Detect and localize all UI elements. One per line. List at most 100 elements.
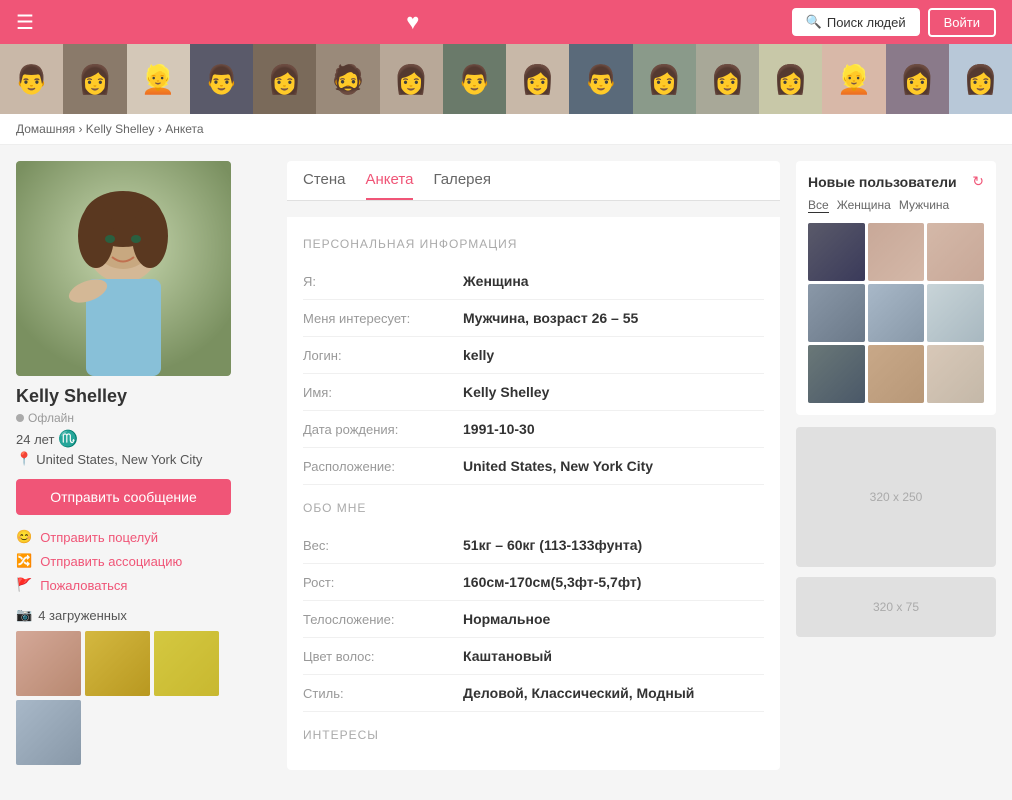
- search-people-button[interactable]: 🔍 Поиск людей: [792, 8, 920, 36]
- action-links: 😊 Отправить поцелуй 🔀 Отправить ассоциац…: [16, 529, 271, 593]
- profile-location: 📍 United States, New York City: [16, 451, 271, 467]
- strip-photo-5[interactable]: 👩: [253, 44, 316, 114]
- kiss-label: Отправить поцелуй: [40, 530, 158, 545]
- send-kiss-link[interactable]: 😊 Отправить поцелуй: [16, 529, 271, 545]
- breadcrumb-user[interactable]: Kelly Shelley: [86, 122, 155, 136]
- info-row-birthday: Дата рождения: 1991-10-30: [303, 411, 764, 448]
- strip-photo-13[interactable]: 👩: [759, 44, 822, 114]
- profile-name: Kelly Shelley: [16, 386, 271, 407]
- ad-banner-small: 320 x 75: [796, 577, 996, 637]
- strip-photo-10[interactable]: 👨: [569, 44, 632, 114]
- zodiac-symbol: ♏: [58, 429, 78, 449]
- build-label: Телосложение:: [303, 612, 463, 627]
- strip-photo-3[interactable]: 👱: [127, 44, 190, 114]
- tab-profile[interactable]: Анкета: [366, 171, 414, 200]
- profile-status: Офлайн: [16, 411, 271, 425]
- breadcrumb-home[interactable]: Домашняя: [16, 122, 75, 136]
- kiss-icon: 😊: [16, 529, 32, 545]
- new-user-8[interactable]: [868, 345, 925, 403]
- interest-label: Меня интересует:: [303, 311, 463, 326]
- info-row-interest: Меня интересует: Мужчина, возраст 26 – 5…: [303, 300, 764, 337]
- new-user-9[interactable]: [927, 345, 984, 403]
- strip-photo-15[interactable]: 👩: [886, 44, 949, 114]
- user-photo-2[interactable]: [85, 631, 150, 696]
- strip-photo-12[interactable]: 👩: [696, 44, 759, 114]
- info-row-name: Имя: Kelly Shelley: [303, 374, 764, 411]
- strip-photo-7[interactable]: 👩: [380, 44, 443, 114]
- search-icon: 🔍: [806, 14, 822, 30]
- association-icon: 🔀: [16, 553, 32, 569]
- flag-icon: 🚩: [16, 577, 32, 593]
- offline-indicator: [16, 414, 24, 422]
- new-user-7[interactable]: [808, 345, 865, 403]
- new-user-2[interactable]: [868, 223, 925, 281]
- association-label: Отправить ассоциацию: [40, 554, 182, 569]
- strip-photo-8[interactable]: 👨: [443, 44, 506, 114]
- right-sidebar: Новые пользователи ↻ Все Женщина Мужчина…: [796, 161, 996, 770]
- profile-card: ПЕРСОНАЛЬНАЯ ИНФОРМАЦИЯ Я: Женщина Меня …: [287, 217, 780, 770]
- new-user-4[interactable]: [808, 284, 865, 342]
- filter-links: Все Женщина Мужчина: [808, 198, 984, 213]
- info-row-style: Стиль: Деловой, Классический, Модный: [303, 675, 764, 712]
- photos-count: 4 загруженных: [38, 608, 127, 623]
- location-value: United States, New York City: [463, 458, 653, 474]
- filter-all-link[interactable]: Все: [808, 198, 829, 213]
- strip-photo-9[interactable]: 👩: [506, 44, 569, 114]
- location-text: United States, New York City: [36, 452, 202, 467]
- interest-value: Мужчина, возраст 26 – 55: [463, 310, 638, 326]
- strip-photo-2[interactable]: 👩: [63, 44, 126, 114]
- strip-photo-6[interactable]: 🧔: [316, 44, 379, 114]
- new-user-3[interactable]: [927, 223, 984, 281]
- filter-male-link[interactable]: Мужчина: [899, 198, 949, 213]
- tab-gallery[interactable]: Галерея: [433, 171, 491, 200]
- header-actions: 🔍 Поиск людей Войти: [792, 8, 996, 37]
- user-photo-3[interactable]: [154, 631, 219, 696]
- breadcrumb-sep1: ›: [78, 122, 85, 136]
- login-label: Логин:: [303, 348, 463, 363]
- info-row-gender: Я: Женщина: [303, 263, 764, 300]
- new-user-1[interactable]: [808, 223, 865, 281]
- report-label: Пожаловаться: [40, 578, 127, 593]
- style-value: Деловой, Классический, Модный: [463, 685, 694, 701]
- profile-photo[interactable]: [16, 161, 231, 376]
- strip-photo-14[interactable]: 👱: [822, 44, 885, 114]
- new-users-header: Новые пользователи ↻: [808, 173, 984, 190]
- center-content: Стена Анкета Галерея ПЕРСОНАЛЬНАЯ ИНФОРМ…: [287, 161, 780, 770]
- login-button[interactable]: Войти: [928, 8, 996, 37]
- refresh-icon[interactable]: ↻: [972, 173, 984, 190]
- photos-header: 📷 4 загруженных: [16, 607, 271, 623]
- strip-photo-11[interactable]: 👩: [633, 44, 696, 114]
- interests-divider: ИНТЕРЕСЫ: [303, 728, 764, 742]
- about-me-divider: ОБО МНЕ: [303, 501, 764, 515]
- tab-wall[interactable]: Стена: [303, 171, 346, 200]
- strip-photo-16[interactable]: 👩: [949, 44, 1012, 114]
- weight-label: Вес:: [303, 538, 463, 553]
- photos-section: 📷 4 загруженных: [16, 607, 271, 765]
- hair-label: Цвет волос:: [303, 649, 463, 664]
- profile-tabs: Стена Анкета Галерея: [287, 161, 780, 201]
- photo-strip: 👨 👩 👱 👨 👩 🧔 👩 👨 👩 👨 👩 👩 👩 👱 👩 👩: [0, 44, 1012, 114]
- strip-photo-4[interactable]: 👨: [190, 44, 253, 114]
- send-association-link[interactable]: 🔀 Отправить ассоциацию: [16, 553, 271, 569]
- info-row-hair: Цвет волос: Каштановый: [303, 638, 764, 675]
- name-value: Kelly Shelley: [463, 384, 549, 400]
- user-photo-1[interactable]: [16, 631, 81, 696]
- filter-female-link[interactable]: Женщина: [837, 198, 891, 213]
- status-label: Офлайн: [28, 411, 74, 425]
- strip-photo-1[interactable]: 👨: [0, 44, 63, 114]
- header: ☰ ♥ 🔍 Поиск людей Войти: [0, 0, 1012, 44]
- style-label: Стиль:: [303, 686, 463, 701]
- user-photo-4[interactable]: [16, 700, 81, 765]
- new-user-6[interactable]: [927, 284, 984, 342]
- profile-tabs-container: Стена Анкета Галерея: [287, 161, 780, 201]
- breadcrumb: Домашняя › Kelly Shelley › Анкета: [0, 114, 1012, 145]
- info-row-login: Логин: kelly: [303, 337, 764, 374]
- send-message-button[interactable]: Отправить сообщение: [16, 479, 231, 515]
- height-value: 160см-170см(5,3фт-5,7фт): [463, 574, 641, 590]
- breadcrumb-current: Анкета: [165, 122, 203, 136]
- report-link[interactable]: 🚩 Пожаловаться: [16, 577, 271, 593]
- camera-icon: 📷: [16, 607, 32, 623]
- gender-label: Я:: [303, 274, 463, 289]
- new-user-5[interactable]: [868, 284, 925, 342]
- menu-icon[interactable]: ☰: [16, 10, 34, 35]
